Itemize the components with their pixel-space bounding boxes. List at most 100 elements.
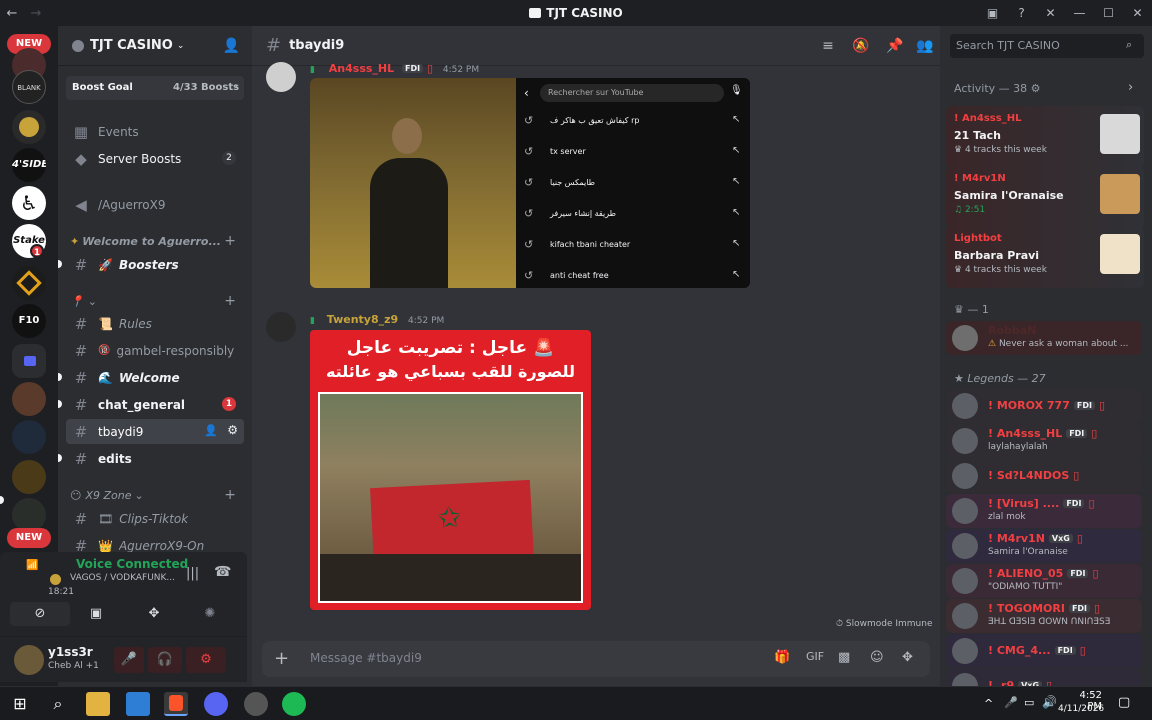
spotify-icon[interactable]: [282, 692, 306, 716]
arrow-up-left-icon[interactable]: ↖: [732, 176, 740, 187]
tray-arrow-icon[interactable]: ^: [984, 697, 993, 710]
notifications-off-icon[interactable]: 🔕: [852, 38, 869, 54]
close-icon[interactable]: ✕: [1123, 6, 1152, 20]
search-icon[interactable]: ⌕: [1126, 38, 1132, 52]
category-welcome[interactable]: ✦ Welcome to Aguerro... +: [70, 232, 240, 250]
tools-icon[interactable]: ✕: [1036, 6, 1065, 20]
mic-tray-icon[interactable]: 🎤: [1004, 696, 1018, 709]
soundboard-button[interactable]: ✺: [180, 602, 240, 626]
add-channel-icon[interactable]: +: [224, 487, 236, 503]
member-list-icon[interactable]: 👥: [916, 38, 933, 54]
arrow-up-left-icon[interactable]: ↖: [732, 269, 740, 280]
member-item[interactable]: ! M4rv1N VxG ▯ Samira l'Oranaise: [946, 529, 1142, 563]
app-icon[interactable]: [244, 692, 268, 716]
folder-icon[interactable]: [12, 344, 46, 378]
server-icon[interactable]: [12, 460, 46, 494]
server-icon[interactable]: 4'SIDE: [12, 148, 46, 182]
activities-button[interactable]: ✥: [124, 602, 184, 626]
member-item[interactable]: ! Sd?L4NDOS ▯: [946, 459, 1142, 493]
server-boosts-link[interactable]: ◆ Server Boosts 2: [66, 146, 244, 171]
accessibility-server-icon[interactable]: ♿: [12, 186, 46, 220]
youtube-suggestion-item[interactable]: ↺ tx server ↖: [516, 139, 750, 167]
help-icon[interactable]: ?: [1007, 6, 1036, 20]
search-icon[interactable]: ⌕: [46, 692, 70, 716]
member-item[interactable]: ! CMG_4... FDI ▯: [946, 634, 1142, 668]
server-icon[interactable]: F10: [12, 304, 46, 338]
arrow-up-left-icon[interactable]: ↖: [732, 207, 740, 218]
member-item[interactable]: ! MOROX 777 FDI ▯: [946, 389, 1142, 423]
member-item[interactable]: ! TOGOMORI FDI ▯ ƎHꓕ ꓷƎSIƎ ꓷOWN ꓵNIꓵƎSƎ: [946, 599, 1142, 633]
add-channel-icon[interactable]: +: [224, 233, 236, 249]
server-icon[interactable]: [12, 498, 46, 532]
member-item[interactable]: RobbaN ⚠ Never ask a woman about ...: [946, 321, 1142, 355]
youtube-search-input[interactable]: Rechercher sur YouTube: [540, 84, 724, 102]
server-icon[interactable]: BLANK: [12, 70, 46, 104]
screenshare-button[interactable]: ▣: [66, 602, 126, 626]
activity-card[interactable]: ! An4sss_HL 21 Tach ♛ 4 tracks this week: [946, 106, 1144, 168]
sticker-icon[interactable]: ▩: [838, 650, 850, 665]
discord-icon[interactable]: [204, 692, 228, 716]
pin-icon[interactable]: 📌: [886, 38, 903, 54]
activity-card[interactable]: Lightbot Barbara Pravi ♛ 4 tracks this wee…: [946, 226, 1144, 288]
news-image[interactable]: عاجل : تصريبت عاجل 🚨 للصورة للقب بسباعي …: [310, 330, 591, 610]
arrow-up-left-icon[interactable]: ↖: [732, 238, 740, 249]
voice-channel[interactable]: VAGOS / VODKAFUNK...: [70, 573, 175, 583]
category-x9-zone[interactable]: 😶 X9 Zone ⌄ +: [70, 486, 240, 504]
avatar[interactable]: [14, 645, 44, 675]
boost-goal-bar[interactable]: Boost Goal 4/33 Boosts ›: [66, 76, 244, 100]
create-invite-icon[interactable]: 👤: [204, 424, 218, 437]
invite-people-icon[interactable]: 👤: [223, 38, 240, 54]
gear-icon[interactable]: ⚙: [1031, 82, 1041, 95]
youtube-suggestion-item[interactable]: ↺ anti cheat free ↖: [516, 263, 750, 288]
category-unnamed[interactable]: 📍 ⌄ +: [70, 292, 240, 310]
username[interactable]: y1ss3r: [48, 645, 93, 659]
activity-card[interactable]: ! M4rv1N Samira l'Oranaise ♫ 2:51: [946, 166, 1144, 228]
gift-icon[interactable]: 🎁: [774, 650, 790, 665]
arrow-up-left-icon[interactable]: ↖: [732, 114, 740, 125]
avatar[interactable]: [266, 312, 296, 342]
file-explorer-icon[interactable]: [86, 692, 110, 716]
channel-boosters[interactable]: # 🚀 Boosters: [58, 252, 244, 277]
maximize-icon[interactable]: ☐: [1094, 6, 1123, 20]
add-attachment-icon[interactable]: +: [274, 648, 289, 669]
chevron-right-icon[interactable]: ›: [1128, 80, 1133, 95]
emoji-icon[interactable]: ☺: [870, 650, 884, 665]
youtube-suggestion-item[interactable]: ↺ كيفاش تعيق ب هاكر ف rp ↖: [516, 108, 750, 136]
minimize-icon[interactable]: —: [1065, 6, 1094, 20]
camera-off-button[interactable]: ⊘: [10, 602, 70, 626]
search-input[interactable]: Search TJT CASINO: [950, 34, 1144, 58]
threads-icon[interactable]: ≡: [820, 38, 836, 54]
member-item[interactable]: ! An4sss_HL FDI ▯ laylahaylalah: [946, 424, 1142, 458]
attached-screenshot[interactable]: ‹ Rechercher sur YouTube 🎙 ↺ كيفاش تعيق ب…: [310, 78, 750, 288]
server-icon[interactable]: [12, 110, 46, 144]
voice-status[interactable]: Voice Connected: [76, 557, 188, 571]
brave-browser-icon[interactable]: [164, 692, 188, 716]
mic-icon[interactable]: 🎙: [730, 85, 743, 96]
message-author[interactable]: An4sss_HL: [329, 62, 394, 75]
network-icon[interactable]: ▭: [1024, 696, 1034, 709]
youtube-suggestion-item[interactable]: ↺ طريقة إنشاء سيرفر ↖: [516, 201, 750, 229]
windows-start-icon[interactable]: ⊞: [8, 692, 32, 716]
channel-clips-tiktok[interactable]: # 🎞 Clips-Tiktok: [66, 506, 244, 531]
member-item[interactable]: ! [Virus] .... FDI ▯ zlal mok: [946, 494, 1142, 528]
member-item[interactable]: ! ALIENO_05 FDI ▯ "ODIAMO TUTTI": [946, 564, 1142, 598]
deafen-button[interactable]: 🎧: [148, 647, 182, 673]
channel-chat-general[interactable]: # chat_general 1: [58, 392, 244, 417]
apps-icon[interactable]: ✥: [902, 650, 913, 665]
inbox-icon[interactable]: ▣: [978, 6, 1007, 20]
channel-tbaydi9[interactable]: # tbaydi9 👤 ⚙: [66, 419, 244, 444]
mute-button[interactable]: 🎤: [114, 647, 144, 673]
noise-suppression-icon[interactable]: |||: [186, 566, 199, 581]
message-author[interactable]: Twenty8_z9: [327, 313, 398, 326]
gear-icon[interactable]: ⚙: [227, 423, 238, 437]
channel-rules[interactable]: # 📜 Rules: [66, 311, 244, 336]
disconnect-icon[interactable]: ☎: [214, 564, 231, 580]
youtube-suggestion-item[interactable]: ↺ kifach tbani cheater ↖: [516, 232, 750, 260]
add-channel-icon[interactable]: +: [224, 293, 236, 309]
events-link[interactable]: ▦ Events: [66, 119, 244, 144]
store-icon[interactable]: [126, 692, 150, 716]
settings-button[interactable]: ⚙: [186, 647, 226, 673]
channel-gambel-responsibly[interactable]: # 🔞 gambel-responsibly: [66, 338, 244, 363]
notification-center-icon[interactable]: ▢: [1118, 695, 1130, 710]
server-icon[interactable]: [12, 382, 46, 416]
